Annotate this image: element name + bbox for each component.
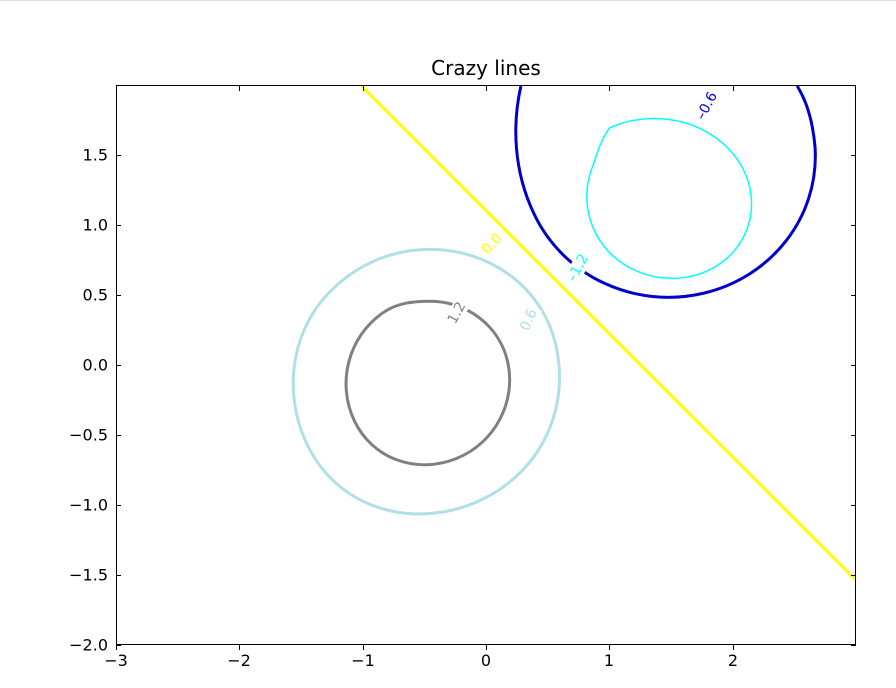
tick-mark <box>486 645 487 650</box>
contour-0.6 <box>293 249 559 514</box>
tick-mark <box>486 86 487 91</box>
tick-mark <box>851 645 856 646</box>
tick-mark <box>363 86 364 91</box>
tick-mark <box>851 435 856 436</box>
y-tick-label: 0.0 <box>48 356 108 375</box>
tick-mark <box>239 86 240 91</box>
tick-mark <box>363 645 364 650</box>
tick-mark <box>116 365 121 366</box>
tick-mark <box>239 645 240 650</box>
x-tick-label: −1 <box>351 651 375 670</box>
chart-title: Crazy lines <box>116 56 856 80</box>
y-tick-label: −2.0 <box>48 636 108 655</box>
tick-mark <box>116 86 117 91</box>
y-tick-label: 0.5 <box>48 286 108 305</box>
y-tick-label: 1.5 <box>48 146 108 165</box>
tick-mark <box>851 365 856 366</box>
y-tick-label: −0.5 <box>48 426 108 445</box>
y-tick-label: −1.5 <box>48 566 108 585</box>
x-tick-label: −2 <box>227 651 251 670</box>
tick-mark <box>609 645 610 650</box>
tick-mark <box>733 86 734 91</box>
tick-mark <box>116 225 121 226</box>
tick-mark <box>733 645 734 650</box>
y-tick-label: −1.0 <box>48 496 108 515</box>
contour-neg-1.2 <box>587 119 752 279</box>
tick-mark <box>116 645 121 646</box>
tick-mark <box>851 225 856 226</box>
figure: Crazy lines 0.0 0.6 1.2 –1.2 –0.6 −3 −2 … <box>0 0 896 688</box>
x-tick-label: 0 <box>481 651 491 670</box>
tick-mark <box>609 86 610 91</box>
tick-mark <box>116 575 121 576</box>
tick-mark <box>851 295 856 296</box>
axes-area: 0.0 0.6 1.2 –1.2 –0.6 <box>116 85 856 645</box>
tick-mark <box>851 505 856 506</box>
tick-mark <box>851 155 856 156</box>
tick-mark <box>116 295 121 296</box>
contour-plot <box>117 86 855 644</box>
contour-1.2 <box>346 301 510 465</box>
contour-0.0 <box>361 86 855 579</box>
x-tick-label: 2 <box>728 651 738 670</box>
contour-neg-0.6 <box>516 86 816 297</box>
tick-mark <box>851 575 856 576</box>
x-tick-label: 1 <box>604 651 614 670</box>
y-tick-label: 1.0 <box>48 216 108 235</box>
tick-mark <box>116 435 121 436</box>
tick-mark <box>116 505 121 506</box>
tick-mark <box>116 155 121 156</box>
